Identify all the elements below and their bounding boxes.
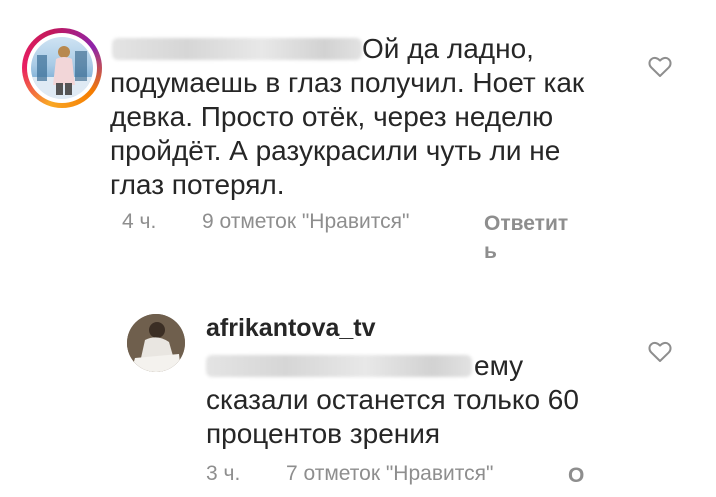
reply-label-line-1: Ответит [484, 212, 569, 235]
avatar-photo-icon [31, 46, 93, 99]
avatar-photo-icon [127, 314, 185, 372]
mention-hidden[interactable] [206, 355, 472, 377]
comment-2-username[interactable]: afrikantova_tv [206, 314, 376, 343]
reply-label-partial: О [568, 464, 585, 487]
comment-1-line-1: Ой да ладно, [112, 32, 584, 66]
comment-1-line-2: подумаешь в глаз получил. Ноет как [110, 67, 585, 98]
comment-1-line-3: девка. Просто отёк, через неделю [110, 101, 554, 132]
comment-2-line-1: ему [206, 349, 579, 383]
comment-1-line-4: пройдёт. А разукрасили чуть ли не [110, 135, 561, 166]
avatar[interactable] [127, 314, 185, 372]
comment-2-line-3: процентов зрения [206, 418, 441, 449]
comment-1-likes[interactable]: 9 отметок "Нравится" [202, 210, 409, 234]
comment-2-text: ему сказали останется только 60 проценто… [206, 349, 579, 451]
comment-1-line-5: глаз потерял. [110, 169, 285, 200]
avatar-ring-gap [27, 33, 97, 103]
comment-2-reply-button[interactable]: О [568, 462, 584, 490]
comment-2-likes[interactable]: 7 отметок "Нравится" [286, 462, 493, 486]
comment-1-time[interactable]: 4 ч. [122, 210, 156, 234]
username-hidden[interactable] [112, 38, 362, 60]
comment-2-line-2: сказали останется только 60 [206, 384, 579, 415]
reply-label-line-2: ь [484, 240, 497, 263]
heart-outline-icon[interactable] [648, 341, 672, 363]
avatar-story-ring[interactable] [22, 28, 102, 108]
comment-2-time[interactable]: 3 ч. [206, 462, 240, 486]
comment-2-line-1-text: ему [474, 350, 524, 381]
comment-1-reply-button[interactable]: Ответит ь [484, 210, 568, 266]
avatar [31, 37, 93, 99]
heart-outline-icon[interactable] [648, 56, 672, 78]
comment-1-text: Ой да ладно, подумаешь в глаз получил. Н… [110, 32, 585, 202]
comment-1-line-1-text: Ой да ладно, [362, 33, 534, 64]
